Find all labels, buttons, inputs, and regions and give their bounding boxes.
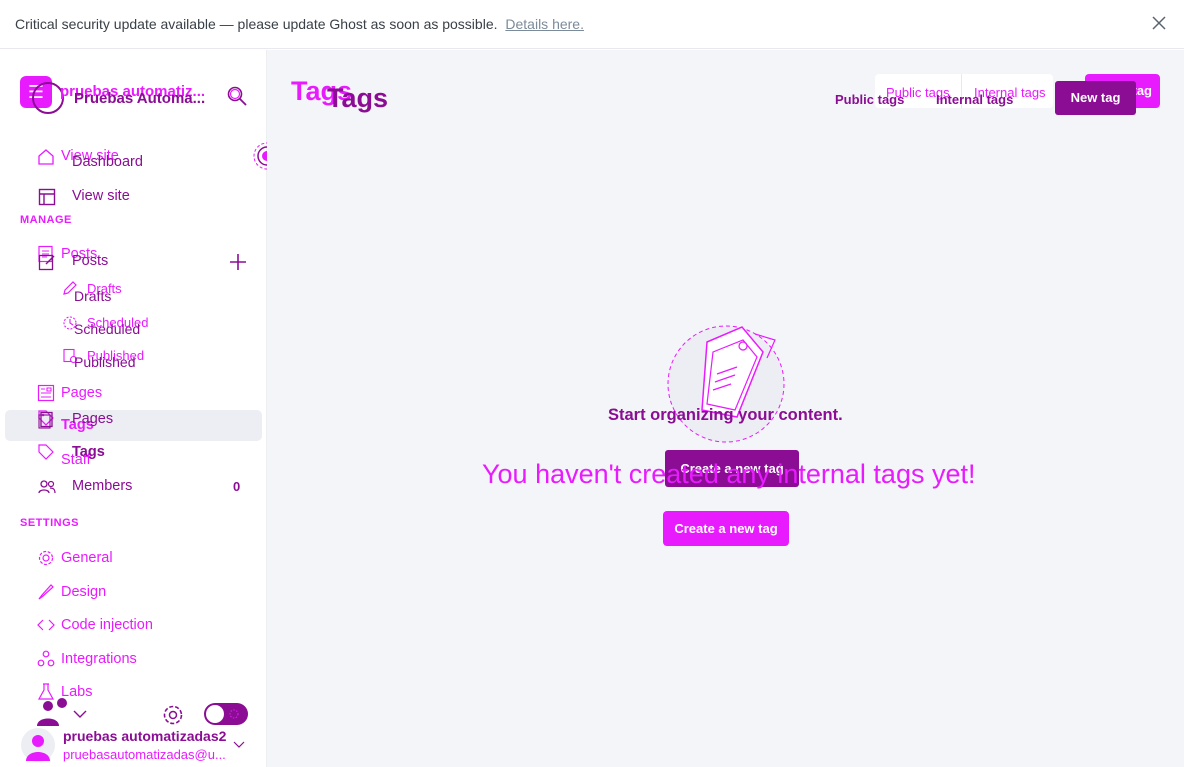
nav-label: Code injection [61,617,153,633]
site-title-secondary[interactable]: Pruebas Automa... [74,90,205,107]
nav-label: Scheduled [74,321,141,337]
banner-text: Critical security update available — ple… [15,16,498,32]
nav-label: Design [61,584,107,600]
user-menu-chevron-icon[interactable] [232,740,246,750]
tag-illustration-icon [667,325,785,443]
chevron-down-icon[interactable] [72,708,88,720]
tag-outline-icon [38,444,54,460]
toggle-knob [206,705,224,723]
nav-label: Integrations [61,651,137,667]
layout-icon [38,188,56,206]
user-avatar[interactable] [20,727,56,763]
tab-public[interactable]: Public tags [835,92,904,107]
user-name: pruebas automatizadas2 [63,728,227,744]
home-icon [38,149,54,165]
create-tag-button-ghost[interactable]: Create a new tag [663,511,789,546]
user-email: pruebasautomatizadas@u... [63,747,226,762]
nav-drafts[interactable]: Drafts [74,288,111,304]
empty-state-message: You haven't created any internal tags ye… [482,459,976,489]
search-icon[interactable] [226,85,248,107]
section-manage: MANAGE [20,214,72,226]
gear-icon [38,550,54,566]
settings-gear-icon[interactable] [161,703,185,727]
nav-label: General [61,550,113,566]
pages-stack-icon [38,411,53,429]
nav-label: View site [72,188,130,204]
tab-internal[interactable]: Internal tags [936,92,1013,107]
nav-label: Tags [72,444,105,460]
code-icon [37,619,55,631]
dark-mode-toggle[interactable] [204,703,248,725]
close-icon[interactable] [1152,16,1166,30]
banner-message: Critical security update available — ple… [15,16,584,32]
nav-label: Pages [72,411,114,427]
page-title: Tags [327,83,389,113]
main-content: Tags Tags Public tags Internal tags Publ… [267,50,1184,767]
integrations-icon [37,650,55,667]
banner-details-link[interactable]: Details here. [505,16,584,32]
pages-icon [37,384,55,402]
moon-icon [229,709,239,719]
nav-tags[interactable]: Tags [72,444,105,460]
nav-published[interactable]: Published [74,354,136,370]
nav-label: Dashboard [72,154,143,170]
edit-document-icon [38,254,55,271]
nav-label: Published [74,354,136,370]
brush-icon [38,584,54,600]
new-tag-button[interactable]: New tag [1055,81,1136,115]
nav-label: Members [72,478,133,494]
members-icon [38,480,56,494]
nav-label: Pages [61,385,103,401]
nav-dashboard[interactable]: Dashboard [72,154,143,170]
empty-state-heading: Start organizing your content. [608,406,843,424]
nav-label: Posts [72,253,109,269]
section-settings: SETTINGS [20,517,80,529]
sidebar: ☰ pruebas automatiz... Pruebas Automa...… [0,50,281,767]
add-post-icon[interactable] [229,253,247,271]
security-banner: Critical security update available — ple… [0,0,1184,49]
members-count-badge: 0 [233,479,241,494]
nav-label: Drafts [74,288,112,304]
nav-scheduled[interactable]: Scheduled [74,321,140,337]
